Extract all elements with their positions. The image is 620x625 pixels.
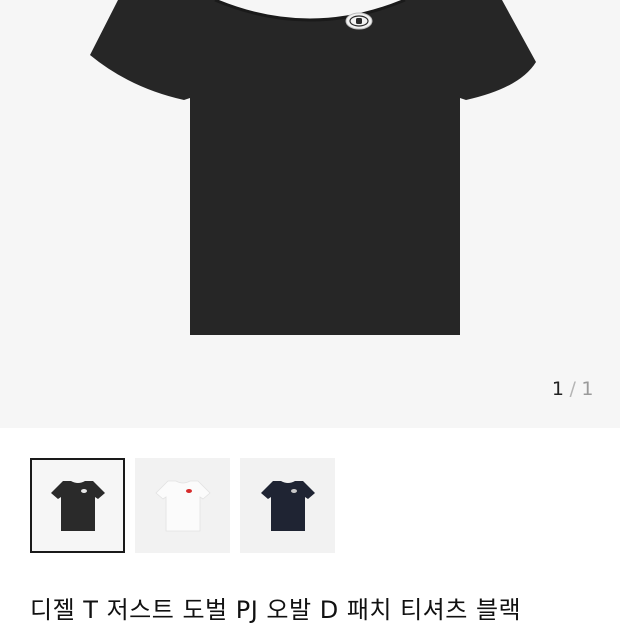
tshirt-black-thumbnail-icon	[50, 480, 105, 531]
oval-d-logo-patch	[345, 12, 373, 30]
tshirt-main-image	[90, 0, 536, 335]
pager-total: 1	[581, 378, 594, 400]
image-pager: 1/1	[552, 378, 594, 400]
thumbnail-strip	[30, 458, 335, 553]
product-image-viewer[interactable]: 1/1	[0, 0, 620, 428]
thumbnail-navy[interactable]	[240, 458, 335, 553]
thumbnail-white[interactable]	[135, 458, 230, 553]
tshirt-white-thumbnail-icon	[154, 480, 211, 531]
thumbnail-black[interactable]	[30, 458, 125, 553]
tshirt-navy-thumbnail-icon	[260, 480, 315, 531]
pager-separator: /	[569, 378, 577, 400]
pager-current: 1	[551, 378, 565, 400]
